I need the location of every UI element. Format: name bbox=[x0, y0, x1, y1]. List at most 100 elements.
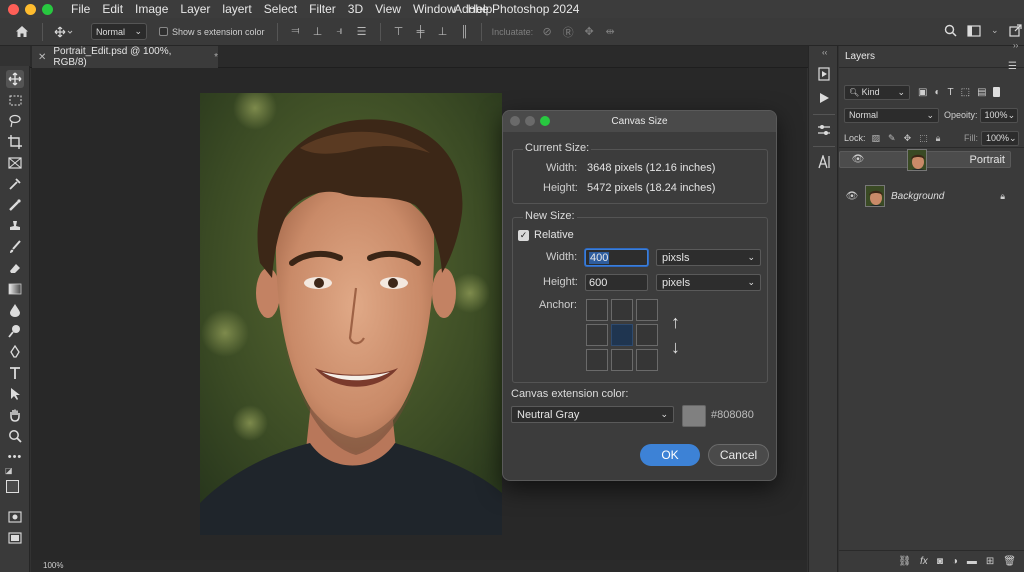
extension-color-select[interactable]: Neutral Gray ⌄ bbox=[511, 406, 674, 423]
dialog-minimize-button[interactable] bbox=[525, 116, 535, 126]
layer-filter-select[interactable]: 🔍︎ Kind ⌄ bbox=[844, 84, 910, 100]
eyedropper-tool-icon[interactable] bbox=[6, 175, 24, 193]
quick-mask-icon[interactable] bbox=[6, 508, 24, 526]
menu-filter[interactable]: Filter bbox=[303, 2, 342, 16]
cancel-button[interactable]: Cancel bbox=[708, 444, 769, 466]
blend-mode-select[interactable]: Normal ⌄ bbox=[91, 23, 147, 40]
align-top-icon[interactable]: ⊤ bbox=[393, 26, 405, 38]
height-input[interactable]: 600 bbox=[585, 274, 648, 291]
lasso-tool-icon[interactable] bbox=[6, 112, 24, 130]
more-tools-icon[interactable]: ••• bbox=[6, 448, 24, 466]
extension-color-swatch[interactable] bbox=[682, 405, 706, 427]
add-mask-icon[interactable]: ◙ bbox=[937, 556, 943, 567]
search-icon[interactable] bbox=[944, 24, 957, 37]
collapse-icon[interactable]: ‹‹ bbox=[822, 48, 827, 57]
dialog-zoom-button[interactable] bbox=[540, 116, 550, 126]
menu-3d[interactable]: 3D bbox=[342, 2, 369, 16]
layers-panel-title[interactable]: Layers bbox=[845, 51, 875, 62]
ok-button[interactable]: OK bbox=[640, 444, 700, 466]
zoom-tool-icon[interactable] bbox=[6, 427, 24, 445]
lock-icon[interactable]: 🔒︎ bbox=[1000, 191, 1005, 202]
lock-position-icon[interactable]: ✥ bbox=[904, 133, 912, 144]
distribute-v-icon[interactable]: ║ bbox=[459, 26, 471, 38]
portrait-photo[interactable] bbox=[200, 93, 502, 535]
adjustments-icon[interactable] bbox=[816, 122, 832, 138]
menu-edit[interactable]: Edit bbox=[96, 2, 129, 16]
adjustment-layer-icon[interactable]: ◑ bbox=[952, 556, 958, 567]
screen-mode-icon[interactable] bbox=[6, 529, 24, 547]
width-input[interactable]: 400 bbox=[585, 249, 648, 266]
actions-play-icon[interactable] bbox=[816, 90, 832, 106]
collapse-panel-icon[interactable]: ›› bbox=[1013, 41, 1018, 50]
share-icon[interactable] bbox=[1008, 24, 1022, 37]
transform-icon[interactable]: ⊘ bbox=[541, 26, 553, 38]
reset-icon[interactable]: Ⓡ bbox=[562, 26, 574, 39]
visibility-eye-icon[interactable]: 👁︎ bbox=[851, 154, 865, 165]
lock-transparent-icon[interactable]: ▨ bbox=[872, 133, 881, 144]
align-center-h-icon[interactable]: ⊥ bbox=[312, 26, 324, 38]
swap-icon[interactable]: ⇹ bbox=[604, 26, 616, 38]
link-layers-icon[interactable]: ⛓︎ bbox=[898, 556, 911, 567]
show-extension-option[interactable]: Show s extension color bbox=[159, 27, 265, 37]
adjustment-filter-icon[interactable]: ◐ bbox=[934, 87, 940, 98]
dialog-close-button[interactable] bbox=[510, 116, 520, 126]
opacity-field[interactable]: 100% ⌄ bbox=[979, 107, 1018, 123]
close-window-button[interactable] bbox=[8, 3, 19, 15]
layer-name[interactable]: Portrait bbox=[970, 154, 1005, 166]
width-unit-select[interactable]: pixsls ⌄ bbox=[656, 249, 761, 266]
new-layer-icon[interactable]: ⊞ bbox=[986, 556, 994, 567]
path-selection-icon[interactable] bbox=[6, 385, 24, 403]
lock-image-icon[interactable]: ✎ bbox=[888, 133, 896, 144]
shape-filter-icon[interactable]: ⬚ bbox=[961, 87, 970, 98]
anchor-middle-left[interactable] bbox=[586, 324, 608, 346]
smart-object-filter-icon[interactable]: ▤ bbox=[977, 87, 986, 98]
pen-tool-icon[interactable] bbox=[6, 343, 24, 361]
filter-toggle-icon[interactable] bbox=[992, 87, 1000, 97]
gradient-tool-icon[interactable] bbox=[6, 280, 24, 298]
menu-layert[interactable]: layert bbox=[216, 2, 257, 16]
clone-stamp-icon[interactable] bbox=[6, 217, 24, 235]
menu-image[interactable]: Image bbox=[129, 2, 174, 16]
workspace-icon[interactable] bbox=[967, 24, 981, 37]
document-tab[interactable]: ✕ Portrait_Edit.psd @ 100%, RGB/8) * bbox=[32, 46, 218, 68]
align-middle-v-icon[interactable]: ╪ bbox=[415, 26, 427, 38]
show-extension-checkbox[interactable] bbox=[159, 27, 168, 36]
menu-select[interactable]: Select bbox=[258, 2, 303, 16]
history-panel-icon[interactable] bbox=[816, 66, 832, 82]
foreground-color-swatch[interactable] bbox=[6, 480, 19, 493]
align-bottom-icon[interactable]: ⊥ bbox=[437, 26, 449, 38]
fill-field[interactable]: 100% ⌄ bbox=[981, 130, 1019, 146]
relative-checkbox[interactable]: ✓ bbox=[518, 230, 529, 241]
eraser-tool-icon[interactable] bbox=[6, 259, 24, 277]
pixel-filter-icon[interactable]: ▣ bbox=[918, 87, 927, 98]
move-tool-preset-icon[interactable] bbox=[49, 26, 79, 38]
blur-tool-icon[interactable] bbox=[6, 301, 24, 319]
type-filter-icon[interactable]: T bbox=[948, 87, 954, 98]
layer-row-portrait[interactable]: 👁︎ Portrait bbox=[839, 148, 1011, 171]
chevron-down-icon[interactable]: ⌄ bbox=[991, 25, 999, 36]
align-left-icon[interactable]: ⫤ bbox=[290, 25, 302, 38]
default-colors-icon[interactable]: ◪ bbox=[5, 466, 13, 475]
crosshair-icon[interactable]: ✥ bbox=[583, 26, 595, 38]
layer-name[interactable]: Background bbox=[891, 191, 944, 202]
anchor-top-center[interactable] bbox=[611, 299, 633, 321]
layer-blend-mode-select[interactable]: Normal ⌄ bbox=[844, 107, 939, 123]
visibility-eye-icon[interactable]: 👁︎ bbox=[845, 191, 859, 202]
lock-artboard-icon[interactable]: ⬚ bbox=[919, 133, 928, 144]
height-unit-select[interactable]: pixels ⌄ bbox=[656, 274, 761, 291]
anchor-top-left[interactable] bbox=[586, 299, 608, 321]
move-tool-icon[interactable] bbox=[6, 70, 24, 88]
align-right-icon[interactable]: ⫣ bbox=[334, 25, 346, 38]
crop-tool-icon[interactable] bbox=[6, 133, 24, 151]
fx-icon[interactable]: fx bbox=[920, 556, 928, 567]
healing-brush-icon[interactable] bbox=[6, 196, 24, 214]
anchor-top-right[interactable] bbox=[636, 299, 658, 321]
hand-tool-icon[interactable] bbox=[6, 406, 24, 424]
menu-file[interactable]: File bbox=[65, 2, 96, 16]
brush-tool-icon[interactable] bbox=[6, 238, 24, 256]
menu-layer[interactable]: Layer bbox=[174, 2, 216, 16]
distribute-icon[interactable]: ☰ bbox=[356, 26, 368, 38]
frame-tool-icon[interactable] bbox=[6, 154, 24, 172]
anchor-center[interactable] bbox=[611, 324, 633, 346]
layer-row-background[interactable]: 👁︎ Background 🔒︎ bbox=[839, 182, 1011, 210]
